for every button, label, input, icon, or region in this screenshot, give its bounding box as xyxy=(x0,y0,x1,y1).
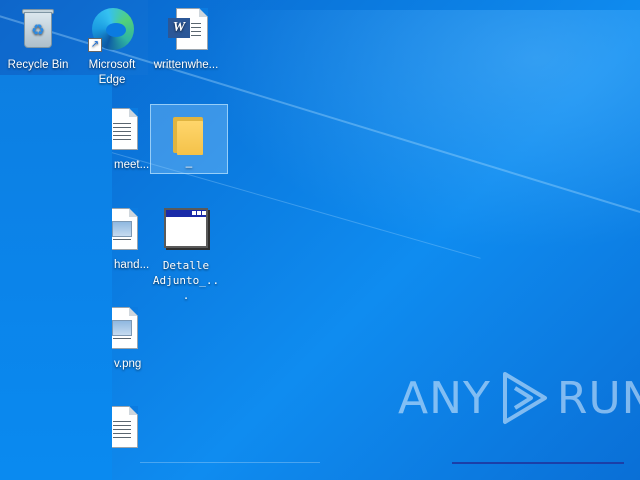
watermark-text-right: RUN xyxy=(556,372,640,424)
wallpaper-glow xyxy=(200,10,640,250)
icon-label: writtenwhe... xyxy=(153,59,219,71)
shortcut-arrow-icon: ↗ xyxy=(88,38,102,52)
desktop-icon-microsoft-edge[interactable]: ↗ Microsoft Edge xyxy=(74,6,150,88)
desktop-icon-word-doc[interactable]: W writtenwhe... xyxy=(148,6,224,73)
desktop-icon-recycle-bin[interactable]: ♻ Recycle Bin xyxy=(0,6,76,73)
taskbar-fragment xyxy=(140,462,320,463)
edge-icon: ↗ xyxy=(88,6,136,54)
folder-icon xyxy=(165,109,213,157)
icon-label: Detalle Adjunto_... xyxy=(152,259,220,302)
icon-label: Recycle Bin xyxy=(7,59,69,71)
recycle-bin-icon: ♻ xyxy=(14,6,62,54)
desktop[interactable]: meet... hand... v.png ♻ Recycle Bin ↗ Mi… xyxy=(0,0,640,480)
taskbar-fragment xyxy=(452,462,624,464)
watermark-text-left: ANY xyxy=(398,372,491,424)
desktop-icon-detalle-adjunto[interactable]: Detalle Adjunto_... xyxy=(148,206,224,303)
anyrun-watermark: ANY RUN xyxy=(398,368,640,428)
play-logo-icon xyxy=(502,372,547,424)
desktop-icon-folder[interactable]: _ xyxy=(150,104,228,174)
icon-label: Microsoft Edge xyxy=(88,59,136,86)
word-w-icon: W xyxy=(168,18,190,38)
icon-label: _ xyxy=(185,156,193,168)
word-document-icon: W xyxy=(162,6,210,54)
overlay-panel xyxy=(0,75,112,480)
application-window-icon xyxy=(162,206,210,254)
